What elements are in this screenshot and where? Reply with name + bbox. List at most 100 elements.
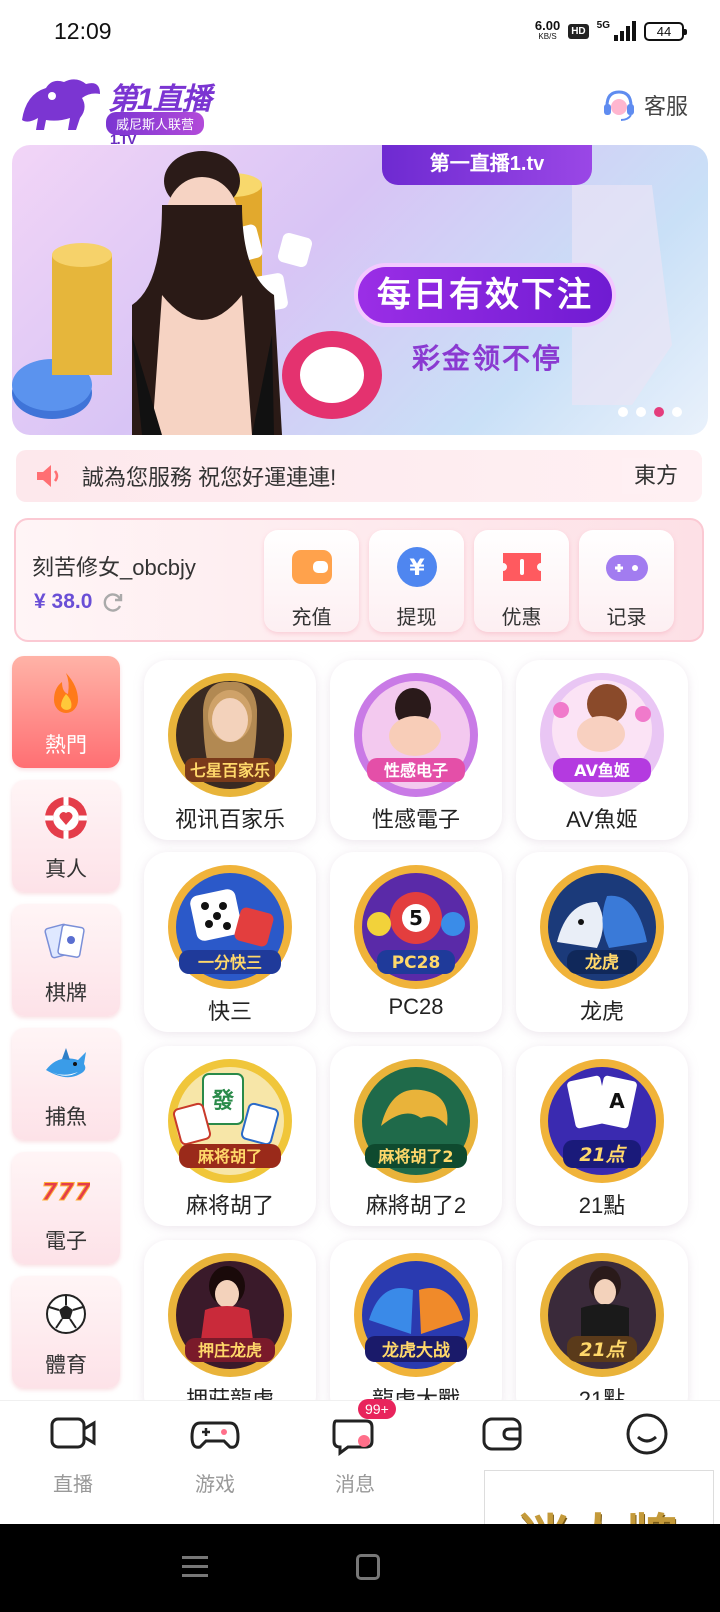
game-art: 發 麻将胡了 bbox=[168, 1059, 292, 1183]
category-cards[interactable]: 棋牌 bbox=[12, 904, 120, 1016]
banner-brand-tag: 第一直播1.tv bbox=[382, 145, 592, 185]
category-slots[interactable]: 777 電子 bbox=[12, 1152, 120, 1264]
flame-icon bbox=[54, 673, 78, 713]
notice-text-continued: 東方 bbox=[622, 458, 702, 494]
game-art: 麻将胡了2 bbox=[354, 1059, 478, 1183]
svg-text:5: 5 bbox=[409, 906, 423, 930]
game-art-text: 龙虎 bbox=[584, 952, 619, 973]
game-card-mahjong-ways[interactable]: 發 麻将胡了 麻将胡了 bbox=[144, 1046, 316, 1226]
promotions-button[interactable]: 优惠 bbox=[474, 530, 569, 632]
tab-profile[interactable] bbox=[592, 1411, 702, 1468]
slot-777-icon: 777 bbox=[40, 1178, 91, 1207]
svg-text:777: 777 bbox=[42, 1178, 90, 1206]
category-label: 真人 bbox=[45, 858, 87, 881]
banner-dot-active[interactable] bbox=[654, 407, 664, 417]
battery-icon: 44 bbox=[644, 21, 687, 41]
deposit-button[interactable]: 充值 bbox=[264, 530, 359, 632]
network-speed: 6.00 KB/S bbox=[535, 19, 560, 42]
shark-icon bbox=[46, 1048, 86, 1078]
game-card-av-fish[interactable]: AV鱼姬 AV魚姬 bbox=[516, 660, 688, 840]
game-card-21-points[interactable]: A 21点 21點 bbox=[516, 1046, 688, 1226]
home-icon[interactable] bbox=[356, 1554, 380, 1580]
category-live[interactable]: 真人 bbox=[12, 780, 120, 892]
ticket-icon bbox=[502, 553, 541, 581]
yen-coin-icon: ¥ bbox=[396, 547, 437, 587]
game-card-21-points-ky[interactable]: 21点 21點 bbox=[516, 1240, 688, 1420]
game-card-mahjong-ways-2[interactable]: 麻将胡了2 麻將胡了2 bbox=[330, 1046, 502, 1226]
tab-live[interactable]: 直播 bbox=[18, 1411, 128, 1497]
game-art: 押庄龙虎 bbox=[168, 1253, 292, 1377]
promotions-label: 优惠 bbox=[501, 607, 542, 629]
game-art-text: 麻将胡了 bbox=[197, 1147, 262, 1166]
records-button[interactable]: 记录 bbox=[579, 530, 674, 632]
game-name: PC28 bbox=[388, 994, 444, 1019]
game-art: 21点 bbox=[540, 1253, 664, 1377]
menu-icon[interactable] bbox=[182, 1556, 208, 1580]
withdraw-label: 提现 bbox=[396, 607, 437, 629]
game-art-text: 麻将胡了2 bbox=[377, 1147, 453, 1166]
game-card-dragon-tiger[interactable]: 龙虎 龙虎 bbox=[516, 852, 688, 1032]
signal-icon bbox=[614, 21, 636, 41]
category-label: 電子 bbox=[45, 1230, 87, 1253]
refresh-icon[interactable] bbox=[102, 591, 124, 613]
game-card-baccarat[interactable]: 七星百家乐 视讯百家乐 bbox=[144, 660, 316, 840]
game-art-text: PC28 bbox=[392, 953, 441, 973]
logo-subtitle: 威尼斯人联营 bbox=[106, 112, 205, 135]
game-name: 21點 bbox=[578, 1193, 626, 1218]
game-card-dragon-tiger-battle[interactable]: 龙虎大战 龍虎大戰 bbox=[330, 1240, 502, 1420]
camera-icon bbox=[50, 1417, 96, 1449]
banner-dot[interactable] bbox=[636, 407, 646, 417]
unread-badge: 99+ bbox=[358, 1399, 396, 1419]
status-time: 12:09 bbox=[54, 18, 112, 44]
banner-pagination[interactable] bbox=[618, 407, 682, 417]
hd-badge: HD bbox=[568, 23, 589, 39]
game-art-text: 性感电子 bbox=[384, 761, 448, 780]
category-sports[interactable]: 體育 bbox=[12, 1276, 120, 1388]
svg-text:發: 發 bbox=[211, 1089, 234, 1114]
username: 刻苦修女_obcbjy bbox=[32, 555, 196, 580]
svg-text:A: A bbox=[609, 1089, 625, 1113]
game-art-text: 一分快三 bbox=[198, 953, 262, 972]
game-card-pc28[interactable]: 5 PC28 PC28 bbox=[330, 852, 502, 1032]
notice-bar[interactable]: 誠為您服務 祝您好運連連! 東方 bbox=[16, 450, 702, 502]
cards-icon bbox=[44, 923, 85, 959]
game-name: AV魚姬 bbox=[566, 807, 638, 832]
category-fishing[interactable]: 捕魚 bbox=[12, 1028, 120, 1140]
category-hot[interactable]: 熱門 bbox=[12, 656, 120, 768]
banner-subline: 彩金领不停 bbox=[412, 343, 563, 374]
balance: ¥ 38.0 bbox=[34, 590, 124, 614]
game-art-text: 21点 bbox=[579, 1144, 627, 1166]
game-art: 一分快三 bbox=[168, 865, 292, 989]
banner-dot[interactable] bbox=[618, 407, 628, 417]
game-card-banker-dragon-tiger[interactable]: 押庄龙虎 押莊龍虎 bbox=[144, 1240, 316, 1420]
game-name: 麻将胡了 bbox=[185, 1193, 274, 1218]
game-name: 麻將胡了2 bbox=[365, 1193, 467, 1218]
tab-label: 游戏 bbox=[195, 1474, 235, 1496]
status-bar: 12:09 6.00 KB/S HD 5G 44 bbox=[0, 0, 720, 64]
game-card-kuai3[interactable]: 一分快三 快三 bbox=[144, 852, 316, 1032]
tab-messages[interactable]: 消息 99+ bbox=[300, 1399, 410, 1497]
promo-banner[interactable]: 第一直播1.tv 每日有效下注 彩金领不停 bbox=[12, 145, 708, 435]
system-nav-bar bbox=[0, 1524, 720, 1612]
game-card-sexy-slots[interactable]: 性感电子 性感電子 bbox=[330, 660, 502, 840]
customer-service-button[interactable]: 客服 bbox=[600, 86, 688, 124]
wallet-panel: 刻苦修女_obcbjy ¥ 38.0 充值 ¥ 提现 优惠 记录 bbox=[14, 518, 704, 642]
gamepad-icon bbox=[605, 555, 648, 581]
category-label: 熱門 bbox=[45, 734, 87, 757]
tab-wallet[interactable] bbox=[448, 1411, 558, 1468]
network-type: 5G bbox=[596, 19, 610, 31]
tab-games[interactable]: 游戏 bbox=[160, 1411, 270, 1497]
lion-logo-icon bbox=[22, 79, 100, 130]
wallet-icon bbox=[482, 1417, 522, 1451]
banner-headline: 每日有效下注 bbox=[354, 263, 616, 327]
withdraw-button[interactable]: ¥ 提现 bbox=[369, 530, 464, 632]
category-label: 體育 bbox=[45, 1354, 87, 1377]
app-logo[interactable]: 第1直播1.TV 威尼斯人联营 bbox=[16, 72, 212, 147]
game-art-text: AV鱼姬 bbox=[574, 761, 630, 780]
headset-icon bbox=[603, 90, 634, 121]
game-art: AV鱼姬 bbox=[540, 673, 664, 797]
banner-dot[interactable] bbox=[672, 407, 682, 417]
game-art: A 21点 bbox=[540, 1059, 664, 1183]
poker-chip-icon bbox=[45, 797, 87, 839]
game-name: 龙虎 bbox=[579, 999, 624, 1024]
